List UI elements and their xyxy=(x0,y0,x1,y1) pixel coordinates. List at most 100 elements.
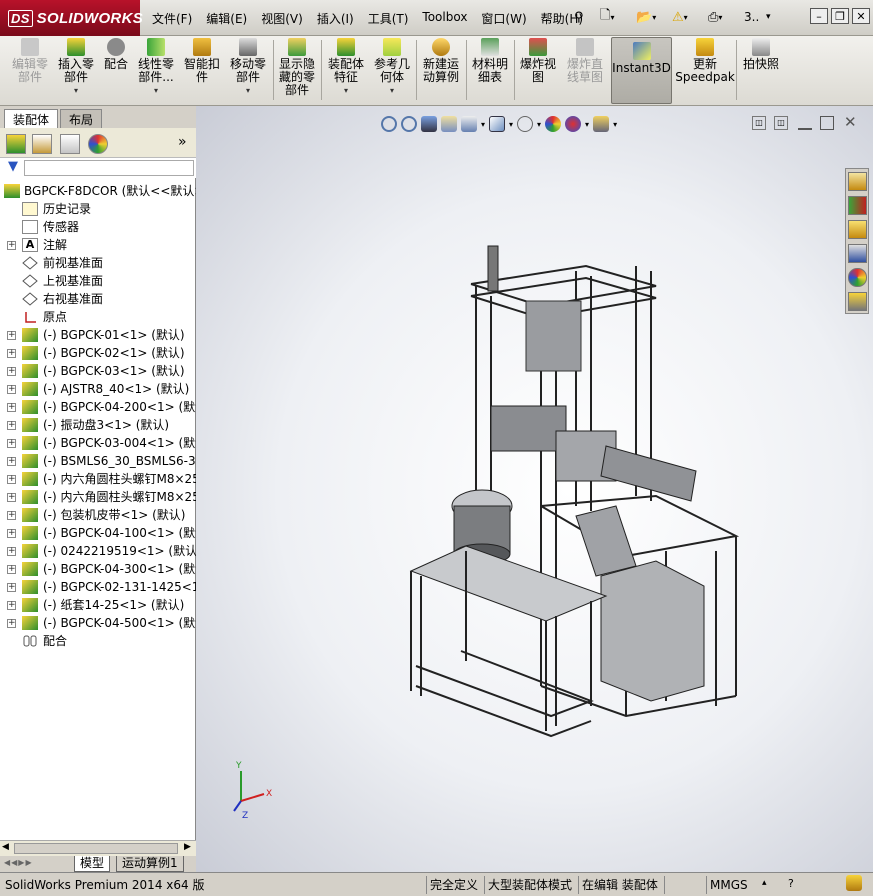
tree-component[interactable]: + (-) BGPCK-04-200<1> (默认) xyxy=(0,398,212,416)
tree-component[interactable]: + (-) BGPCK-03<1> (默认) xyxy=(0,362,196,380)
tree-component[interactable]: + (-) 纸套14-25<1> (默认) xyxy=(0,596,196,614)
expand-toggle[interactable]: + xyxy=(7,385,16,394)
expand-toggle[interactable]: + xyxy=(7,601,16,610)
design-library-icon[interactable] xyxy=(848,196,867,215)
rebuild-icon[interactable] xyxy=(846,875,862,891)
tree-component[interactable]: + (-) BGPCK-04-100<1> (默认) xyxy=(0,524,212,542)
tab-motion-study[interactable]: 运动算例1 xyxy=(116,856,184,872)
minimize-button[interactable]: – xyxy=(810,8,828,24)
tree-component[interactable]: + (-) 内六角圆柱头螺钉M8×25[ xyxy=(0,470,205,488)
menu-file[interactable]: 文件(F) xyxy=(145,8,199,29)
mate-button[interactable]: 配合 xyxy=(100,38,132,102)
snapshot-button[interactable]: 拍快照 xyxy=(740,38,782,102)
expand-toggle[interactable]: + xyxy=(7,619,16,628)
tree-component[interactable]: + (-) BGPCK-02-131-1425<1> (默 xyxy=(0,578,230,596)
menu-toolbox[interactable]: Toolbox xyxy=(415,8,474,29)
file-explorer-icon[interactable] xyxy=(848,220,867,239)
reference-geometry-button[interactable]: 参考几 何体 ▾ xyxy=(370,38,414,102)
graphics-viewport[interactable]: ▾ ▾ ▾ ▾ ▾ ◫ ◫ ✕ Y X Z xyxy=(196,106,873,872)
instant3d-button[interactable]: Instant3D xyxy=(611,37,672,104)
tree-item-top-plane[interactable]: 上视基准面 xyxy=(0,272,196,290)
update-speedpak-button[interactable]: 更新 Speedpak xyxy=(675,38,735,102)
expand-toggle[interactable]: + xyxy=(7,583,16,592)
expand-toggle[interactable]: + xyxy=(7,403,16,412)
expand-toggle[interactable]: + xyxy=(7,457,16,466)
property-manager-icon[interactable] xyxy=(32,134,52,154)
move-component-button[interactable]: 移动零 部件 ▾ xyxy=(226,38,270,102)
edit-component-button[interactable]: 编辑零 部件 xyxy=(6,38,54,102)
menu-edit[interactable]: 编辑(E) xyxy=(199,8,254,29)
tab-scroll-arrows-icon[interactable]: ◀◀▶▶ xyxy=(4,858,33,867)
new-document-icon[interactable]: 🗋 ▾ xyxy=(600,6,614,28)
menu-insert[interactable]: 插入(I) xyxy=(310,8,361,29)
display-manager-icon[interactable] xyxy=(88,134,108,154)
filter-icon[interactable]: ▼ xyxy=(8,159,18,174)
smart-fastener-button[interactable]: 智能扣 件 xyxy=(180,38,224,102)
appearances-icon[interactable] xyxy=(848,268,867,287)
scrollbar-thumb[interactable] xyxy=(14,843,178,854)
tree-root-assembly[interactable]: BGPCK-F8DCOR (默认<<默认>_外 xyxy=(0,182,222,200)
home-icon[interactable] xyxy=(848,172,867,191)
status-units[interactable]: MMGS xyxy=(706,876,751,894)
open-document-icon[interactable]: 📂 ▾ xyxy=(636,6,656,28)
configuration-manager-icon[interactable] xyxy=(60,134,80,154)
expand-toggle[interactable]: + xyxy=(7,511,16,520)
expand-toggle[interactable]: + xyxy=(7,331,16,340)
filter-input[interactable] xyxy=(24,160,194,176)
menu-window[interactable]: 窗口(W) xyxy=(474,8,533,29)
expand-toggle[interactable]: + xyxy=(7,421,16,430)
expand-toggle[interactable]: + xyxy=(7,529,16,538)
print-icon[interactable]: ⎙ ▾ xyxy=(708,6,722,28)
tree-component[interactable]: + (-) BGPCK-01<1> (默认) xyxy=(0,326,196,344)
expand-toggle[interactable]: + xyxy=(7,439,16,448)
custom-properties-icon[interactable] xyxy=(848,292,867,311)
menu-view[interactable]: 视图(V) xyxy=(254,8,310,29)
tab-layout[interactable]: 布局 xyxy=(60,109,103,128)
explode-line-sketch-button[interactable]: 爆炸直 线草图 xyxy=(562,38,608,102)
tree-component[interactable]: + (-) 内六角圆柱头螺钉M8×25[ xyxy=(0,488,205,506)
close-button[interactable]: ✕ xyxy=(852,8,870,24)
units-dropdown-icon[interactable]: ▴ xyxy=(762,878,767,888)
expand-toggle[interactable]: + xyxy=(7,547,16,556)
tree-item-annotations[interactable]: + A 注解 xyxy=(0,236,196,254)
tree-component[interactable]: + (-) BGPCK-04-500<1> (默认) xyxy=(0,614,212,632)
tab-assembly[interactable]: 装配体 xyxy=(4,109,59,128)
tree-component[interactable]: + (-) BSMLS6_30_BSMLS6-30<1> xyxy=(0,452,231,470)
tree-item-sensors[interactable]: 传感器 xyxy=(0,218,196,236)
tree-component[interactable]: + (-) 振动盘3<1> (默认) xyxy=(0,416,196,434)
chevron-double-right-icon[interactable]: » xyxy=(178,134,187,150)
tree-item-mates[interactable]: 配合 xyxy=(0,632,196,650)
expand-toggle[interactable]: + xyxy=(7,241,16,250)
restore-button[interactable]: ❐ xyxy=(831,8,849,24)
expand-toggle[interactable]: + xyxy=(7,349,16,358)
tab-model[interactable]: 模型 xyxy=(74,856,111,872)
bom-button[interactable]: 材料明 细表 xyxy=(468,38,512,102)
rebuild-warning-icon[interactable]: ⚠ ▾ xyxy=(672,6,688,28)
tree-component[interactable]: + (-) BGPCK-04-300<1> (默认) xyxy=(0,560,212,578)
exploded-view-button[interactable]: 爆炸视 图 xyxy=(516,38,560,102)
assembly-model-render[interactable]: Y X Z xyxy=(196,106,873,872)
tree-component[interactable]: + (-) BGPCK-03-004<1> (默认) xyxy=(0,434,212,452)
expand-toggle[interactable]: + xyxy=(7,493,16,502)
tree-component[interactable]: + (-) BGPCK-02<1> (默认) xyxy=(0,344,196,362)
quick-access-overflow[interactable]: 3.. xyxy=(744,6,759,28)
expand-toggle[interactable]: + xyxy=(7,475,16,484)
expand-toggle[interactable]: + xyxy=(7,367,16,376)
insert-component-button[interactable]: 插入零 部件 ▾ xyxy=(54,38,98,102)
tree-component[interactable]: + (-) 包装机皮带<1> (默认) xyxy=(0,506,196,524)
pin-icon[interactable]: ⚲ xyxy=(574,6,584,28)
tree-component[interactable]: + (-) 0242219519<1> (默认) xyxy=(0,542,202,560)
assembly-feature-button[interactable]: 装配体 特征 ▾ xyxy=(324,38,368,102)
tree-item-right-plane[interactable]: 右视基准面 xyxy=(0,290,196,308)
chevron-down-icon[interactable]: ▾ xyxy=(766,6,771,28)
scroll-left-icon[interactable]: ◀ xyxy=(2,842,9,852)
solidworks-logo[interactable]: DS SOLIDWORKS xyxy=(0,0,143,36)
view-palette-icon[interactable] xyxy=(848,244,867,263)
tree-component[interactable]: + (-) AJSTR8_40<1> (默认) xyxy=(0,380,196,398)
horizontal-scrollbar[interactable]: ◀ ▶ xyxy=(0,840,196,856)
expand-toggle[interactable]: + xyxy=(7,565,16,574)
feature-tree-icon[interactable] xyxy=(6,134,26,154)
new-motion-study-button[interactable]: 新建运 动算例 xyxy=(418,38,464,102)
linear-pattern-button[interactable]: 线性零 部件... ▾ xyxy=(134,38,178,102)
tree-item-history[interactable]: 历史记录 xyxy=(0,200,196,218)
